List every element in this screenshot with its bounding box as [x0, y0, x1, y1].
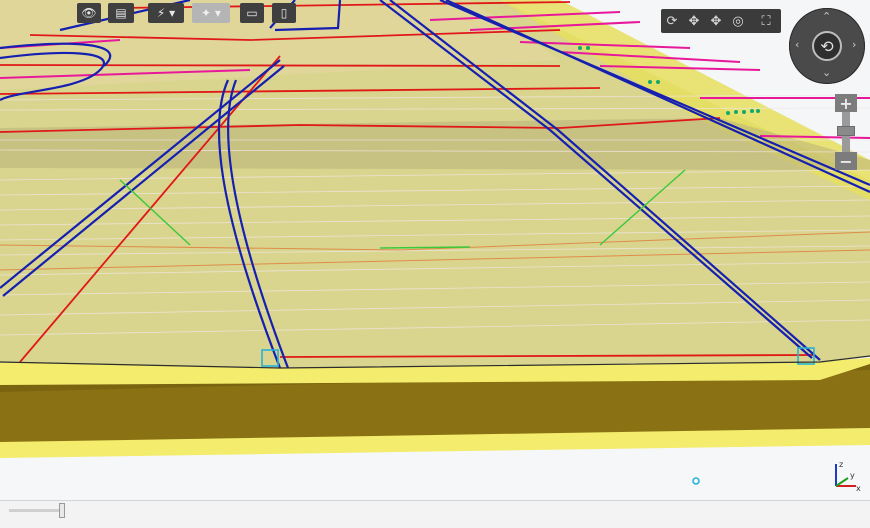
bottom-toolbar — [0, 500, 870, 528]
compass-up-arrow[interactable]: ⌃ — [822, 10, 831, 23]
navigation-toolbar: ⟳ ✥ ✥ ◎ ⛶ — [661, 9, 781, 33]
look-around-icon[interactable]: ◎ — [727, 10, 749, 32]
road-model-scene[interactable] — [0, 0, 870, 500]
document-icon[interactable]: ▯ — [272, 3, 296, 23]
transparency-slider-thumb[interactable] — [59, 503, 65, 518]
zoom-control: + − — [835, 94, 857, 171]
eye-icon[interactable]: 👁 — [77, 3, 101, 23]
zoom-slider-track[interactable] — [837, 112, 855, 152]
book-icon[interactable]: ▤ — [108, 3, 134, 23]
zoom-in-button[interactable]: + — [835, 94, 857, 113]
comment-icon[interactable]: ▭ — [240, 3, 264, 23]
pan-icon[interactable]: ✥ — [683, 10, 705, 32]
compass-down-arrow[interactable]: ⌄ — [822, 66, 831, 79]
3d-viewport[interactable]: ⟳ ✥ ✥ ◎ ⛶ ⌃ ⌄ ‹ › ⟲ + − z y x — [0, 0, 870, 500]
fullscreen-icon[interactable]: ⛶ — [755, 10, 777, 32]
transparency-slider-track[interactable] — [9, 509, 65, 512]
axis-z-label: z — [839, 460, 843, 469]
axis-triad: z y x — [835, 460, 861, 492]
magic-wand-icon: ✦ ▾ — [192, 3, 230, 23]
zoom-slider-thumb[interactable] — [837, 126, 855, 136]
compass-right-arrow[interactable]: › — [852, 38, 856, 51]
lightning-icon[interactable]: ⚡ ▾ — [148, 3, 184, 23]
compass-left-arrow[interactable]: ‹ — [795, 38, 799, 51]
orbit-center-icon[interactable]: ⟲ — [812, 31, 842, 61]
axis-x-label: x — [856, 484, 861, 492]
orbit-icon[interactable]: ⟳ — [661, 10, 683, 32]
view-compass[interactable]: ⌃ ⌄ ‹ › ⟲ — [789, 8, 865, 84]
axis-y-label: y — [850, 471, 855, 480]
move-icon[interactable]: ✥ — [705, 10, 727, 32]
zoom-out-button[interactable]: − — [835, 152, 857, 171]
